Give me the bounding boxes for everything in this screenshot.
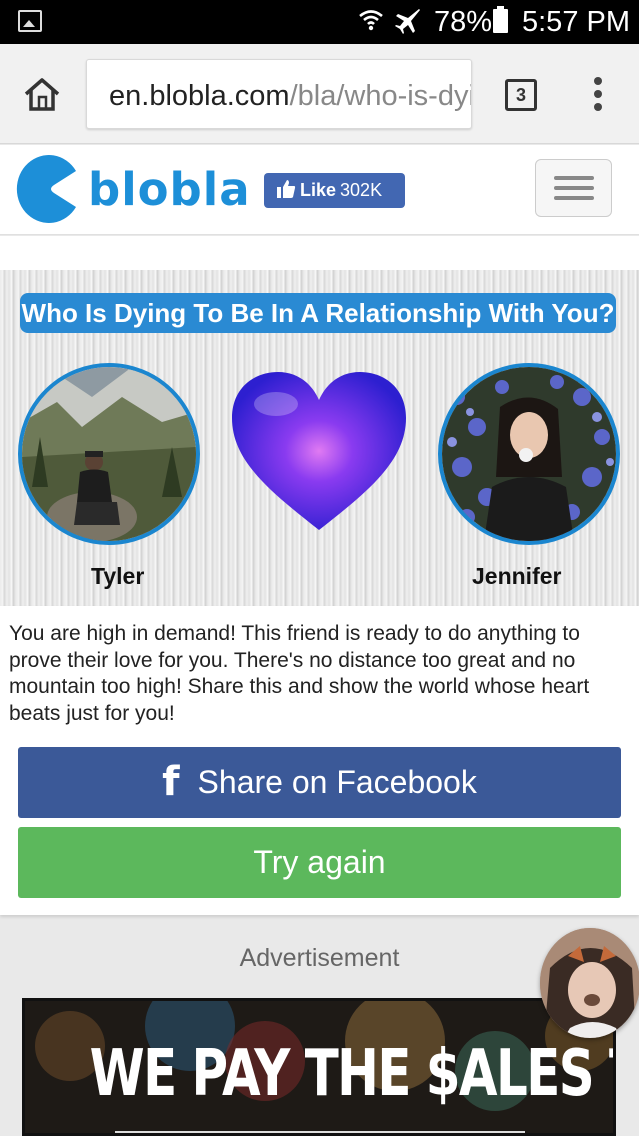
status-bar: 78% 5:57 PM [0, 0, 639, 44]
home-button[interactable] [22, 76, 62, 112]
battery-percent: 78% [434, 6, 493, 38]
address-bar[interactable]: en.blobla.com/bla/who-is-dying [86, 59, 472, 129]
wifi-icon [358, 7, 384, 41]
header-spacer [0, 236, 639, 270]
quiz-title: Who Is Dying To Be In A Relationship Wit… [20, 293, 616, 333]
url-path: /bla/who-is-dying [289, 80, 471, 112]
site-header: blobla Like 302K [0, 145, 639, 235]
site-logo-text[interactable]: blobla [88, 163, 251, 216]
hamburger-menu-button[interactable] [535, 159, 612, 217]
advertisement-banner[interactable]: WE PAY THE $ALES TAX [22, 998, 616, 1136]
like-count: 302K [340, 180, 383, 200]
left-person-name: Tyler [91, 563, 145, 589]
gallery-notification-icon [18, 10, 42, 32]
right-person-name: Jennifer [472, 563, 562, 589]
home-icon [24, 78, 60, 111]
chat-head-avatar[interactable] [540, 928, 639, 1038]
battery-icon [493, 6, 508, 33]
like-label: Like [300, 180, 337, 200]
facebook-like-button[interactable]: Like 302K [264, 173, 405, 208]
url-domain: en.blobla.com [109, 80, 290, 112]
tab-switcher-button[interactable]: 3 [505, 79, 537, 111]
result-description: You are high in demand! This friend is r… [9, 622, 590, 725]
blobla-logo-icon[interactable] [14, 153, 80, 225]
user-avatar-tyler [18, 363, 200, 545]
ad-underline [115, 1131, 525, 1133]
result-banner: Who Is Dying To Be In A Relationship Wit… [0, 270, 639, 606]
browser-menu-icon[interactable] [588, 77, 608, 113]
facebook-icon: f [162, 759, 180, 805]
clock: 5:57 PM [522, 6, 630, 38]
heart-icon [232, 372, 406, 530]
browser-toolbar: en.blobla.com/bla/who-is-dying 3 [0, 44, 639, 144]
share-label: Share on Facebook [197, 764, 477, 800]
result-card: You are high in demand! This friend is r… [0, 606, 639, 915]
share-on-facebook-button[interactable]: f Share on Facebook [18, 747, 621, 818]
thumbs-up-icon [276, 179, 296, 204]
airplane-mode-icon [392, 5, 422, 42]
try-again-button[interactable]: Try again [18, 827, 621, 898]
user-avatar-jennifer [438, 363, 620, 545]
ad-headline: WE PAY THE $ALES TAX [89, 1037, 613, 1111]
